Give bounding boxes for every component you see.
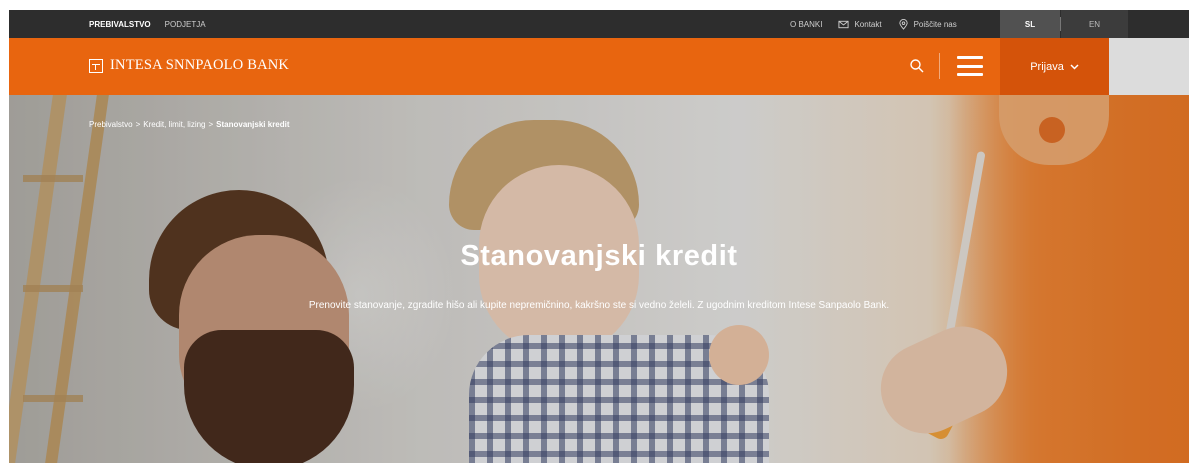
page-subtitle: Prenovite stanovanje, zgradite hišo ali … — [308, 300, 890, 311]
language-en[interactable]: EN — [1061, 10, 1128, 38]
breadcrumb-item-kredit[interactable]: Kredit, limit, lizing — [143, 120, 205, 129]
hamburger-menu-icon[interactable] — [955, 53, 985, 79]
search-icon[interactable] — [909, 58, 925, 74]
segment-podjetja[interactable]: PODJETJA — [165, 20, 206, 29]
breadcrumb: Prebivalstvo > Kredit, limit, lizing > S… — [89, 120, 290, 129]
logo-mark-icon — [89, 58, 103, 73]
login-button-label: Prijava — [1030, 60, 1064, 73]
header-divider — [939, 53, 940, 79]
hero-banner: Prebivalstvo > Kredit, limit, lizing > S… — [9, 95, 1189, 463]
browser-viewport: PREBIVALSTVO PODJETJA O BANKI Kontakt Po… — [9, 10, 1189, 463]
breadcrumb-separator: > — [208, 120, 214, 129]
page-title: Stanovanjski kredit — [460, 240, 738, 272]
breadcrumb-current: Stanovanjski kredit — [216, 120, 290, 129]
breadcrumb-item-prebivalstvo[interactable]: Prebivalstvo — [89, 120, 133, 129]
link-o-banki[interactable]: O BANKI — [790, 20, 822, 29]
segment-prebivalstvo[interactable]: PREBIVALSTVO — [89, 20, 151, 29]
link-o-banki-label: O BANKI — [790, 19, 823, 29]
link-poiscite-nas-label: Poiščite nas — [913, 19, 957, 29]
logo-text: INTESA SNNPAOLO BANK — [110, 57, 290, 73]
link-kontakt[interactable]: Kontakt — [838, 19, 882, 30]
chevron-down-icon — [1070, 63, 1079, 70]
link-kontakt-label: Kontakt — [854, 19, 882, 29]
breadcrumb-separator: > — [135, 120, 141, 129]
main-header: INTESA SNNPAOLO BANK Prijava — [9, 38, 1109, 95]
location-pin-icon — [898, 18, 908, 30]
utility-links: O BANKI Kontakt Poiščite nas — [790, 10, 957, 38]
link-poiscite-nas[interactable]: Poiščite nas — [898, 18, 957, 30]
language-sl[interactable]: SL — [1000, 10, 1060, 38]
login-button[interactable]: Prijava — [1000, 38, 1109, 95]
hero-overlay — [9, 95, 1189, 463]
segment-switcher: PREBIVALSTVO PODJETJA — [89, 10, 206, 38]
top-utility-bar: PREBIVALSTVO PODJETJA O BANKI Kontakt Po… — [9, 10, 1189, 38]
envelope-icon — [838, 20, 849, 28]
bank-logo[interactable]: INTESA SNNPAOLO BANK — [89, 57, 289, 74]
